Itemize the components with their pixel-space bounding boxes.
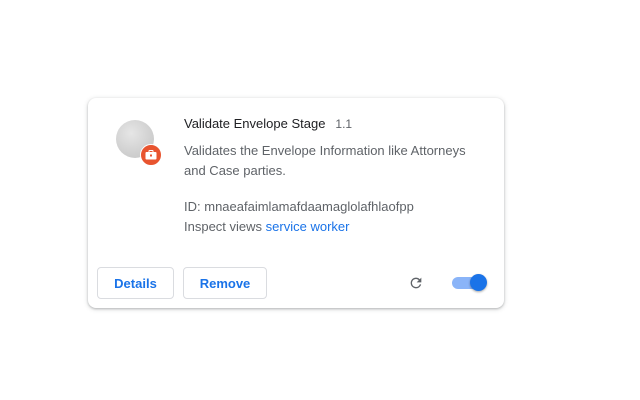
title-row: Validate Envelope Stage 1.1 <box>184 116 484 134</box>
details-button[interactable]: Details <box>97 267 174 299</box>
service-worker-link[interactable]: service worker <box>266 219 350 234</box>
extension-name: Validate Envelope Stage <box>184 116 326 131</box>
extension-content: Validate Envelope Stage 1.1 Validates th… <box>184 116 484 237</box>
extension-version: 1.1 <box>335 117 353 131</box>
id-value: mnaeafaimlamafdaamaglolafhlaofpp <box>204 199 414 214</box>
reload-icon <box>410 277 422 289</box>
extension-card: Validate Envelope Stage 1.1 Validates th… <box>88 98 504 308</box>
extension-icon-wrapper <box>114 118 162 166</box>
reload-button[interactable] <box>406 273 426 293</box>
extension-description: Validates the Envelope Information like … <box>184 143 466 178</box>
policy-badge-icon <box>140 144 162 166</box>
extension-id-line: ID: mnaeafaimlamafdaamaglolafhlaofpp <box>184 197 484 217</box>
inspect-views-line: Inspect views service worker <box>184 217 484 237</box>
enable-toggle[interactable] <box>452 274 487 291</box>
inspect-views-label: Inspect views <box>184 219 263 234</box>
briefcase-icon <box>145 150 157 160</box>
id-label: ID: <box>184 199 201 214</box>
remove-button[interactable]: Remove <box>183 267 267 299</box>
toggle-knob <box>470 274 487 291</box>
